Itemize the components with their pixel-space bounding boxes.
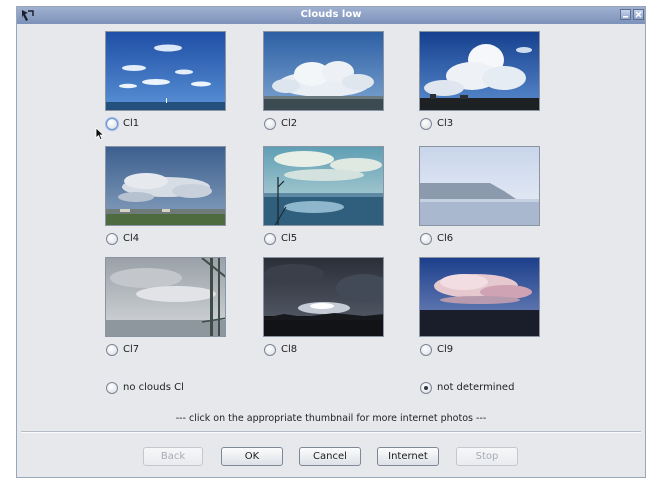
thumbnail-cl8[interactable] [263, 257, 384, 337]
minimize-icon[interactable] [620, 9, 631, 20]
window-title: Clouds low [300, 9, 362, 20]
internet-button[interactable]: Internet [377, 447, 439, 466]
back-button[interactable]: Back [143, 447, 203, 466]
dialog-window: Clouds low Cl1 Cl2 Cl3 Cl4 Cl5 Cl6 Cl7 C… [16, 6, 646, 478]
thumbnail-cl9[interactable] [419, 257, 540, 337]
hint-text: --- click on the appropriate thumbnail f… [175, 413, 487, 424]
option-label-cl2: Cl2 [281, 118, 298, 129]
option-label-cl3: Cl3 [437, 118, 454, 129]
option-label-cl8: Cl8 [281, 344, 298, 355]
separator [21, 431, 641, 433]
option-label-not-determined: not determined [437, 382, 515, 393]
radio-selected-dot [424, 386, 428, 390]
option-label-cl1: Cl1 [123, 118, 140, 129]
radio-not-determined[interactable] [420, 382, 432, 394]
thumbnail-cl1[interactable] [105, 31, 226, 111]
radio-cl2[interactable] [264, 118, 276, 130]
radio-no-clouds[interactable] [106, 382, 118, 394]
thumbnail-cl5[interactable] [263, 146, 384, 226]
radio-cl9[interactable] [420, 344, 432, 356]
cancel-button[interactable]: Cancel [299, 447, 361, 466]
thumbnail-cl3[interactable] [419, 31, 540, 111]
thumbnail-cl2[interactable] [263, 31, 384, 111]
radio-cl5[interactable] [264, 233, 276, 245]
thumbnail-cl7[interactable] [105, 257, 226, 337]
thumbnail-cl4[interactable] [105, 146, 226, 226]
option-label-cl4: Cl4 [123, 233, 140, 244]
radio-cl3[interactable] [420, 118, 432, 130]
radio-cl4[interactable] [106, 233, 118, 245]
title-bar[interactable]: Clouds low [17, 7, 645, 24]
option-label-cl9: Cl9 [437, 344, 454, 355]
thumbnail-cl6[interactable] [419, 146, 540, 226]
option-label-no-clouds: no clouds Cl [123, 382, 184, 393]
option-label-cl7: Cl7 [123, 344, 140, 355]
radio-cl7[interactable] [106, 344, 118, 356]
stop-button[interactable]: Stop [456, 447, 518, 466]
close-icon[interactable] [633, 9, 644, 20]
radio-cl6[interactable] [420, 233, 432, 245]
option-label-cl5: Cl5 [281, 233, 298, 244]
ok-button[interactable]: OK [221, 447, 283, 466]
option-label-cl6: Cl6 [437, 233, 454, 244]
radio-cl8[interactable] [264, 344, 276, 356]
radio-cl1[interactable] [106, 118, 118, 130]
mouse-cursor-icon [95, 127, 105, 144]
